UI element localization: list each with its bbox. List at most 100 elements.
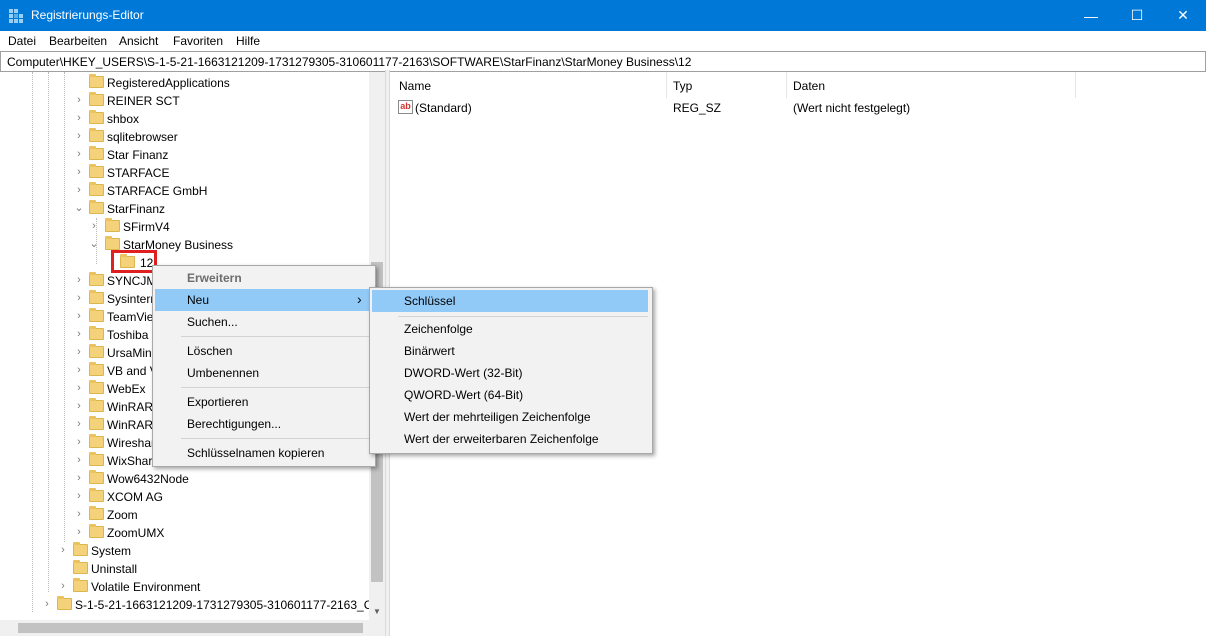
chevron-right-icon[interactable]: ›: [74, 328, 84, 340]
tree-item[interactable]: ⌄ StarFinanz: [0, 200, 370, 218]
tree-item[interactable]: › System: [0, 542, 370, 560]
folder-icon: [89, 380, 104, 394]
submenu-item-mehrteilige-zeichenfolge[interactable]: Wert der mehrteiligen Zeichenfolge: [372, 406, 648, 428]
chevron-down-icon[interactable]: ⌄: [89, 238, 99, 250]
menu-item-erweitern[interactable]: Erweitern: [155, 267, 373, 289]
minimize-button[interactable]: —: [1068, 0, 1114, 31]
tree-item-label: WinRAR: [107, 400, 154, 414]
tree-item-label: VB and V: [107, 364, 158, 378]
tree-item[interactable]: RegisteredApplications: [0, 74, 370, 92]
close-button[interactable]: ✕: [1160, 0, 1206, 31]
chevron-right-icon[interactable]: ›: [74, 166, 84, 178]
title-bar: Registrierungs-Editor — ☐ ✕: [0, 0, 1206, 31]
chevron-right-icon[interactable]: ›: [89, 220, 99, 232]
folder-icon: [89, 92, 104, 106]
submenu-item-dword[interactable]: DWORD-Wert (32-Bit): [372, 362, 648, 384]
tree-item[interactable]: › REINER SCT: [0, 92, 370, 110]
tree-item[interactable]: › SFirmV4: [0, 218, 370, 236]
tree-item[interactable]: › sqlitebrowser: [0, 128, 370, 146]
tree-horizontal-scrollbar[interactable]: [0, 620, 385, 636]
column-header-data[interactable]: Daten: [787, 72, 1075, 98]
chevron-right-icon[interactable]: ›: [42, 598, 52, 610]
chevron-right-icon[interactable]: ›: [74, 490, 84, 502]
menu-item-label: Löschen: [187, 344, 233, 358]
tree-item[interactable]: › Zoom: [0, 506, 370, 524]
chevron-right-icon[interactable]: ›: [74, 382, 84, 394]
submenu-item-binaerwert[interactable]: Binärwert: [372, 340, 648, 362]
column-header-name[interactable]: Name: [390, 72, 666, 98]
tree-item[interactable]: › Star Finanz: [0, 146, 370, 164]
folder-icon: [89, 272, 104, 286]
chevron-right-icon[interactable]: ›: [74, 310, 84, 322]
menu-hilfe[interactable]: Hilfe: [236, 34, 260, 48]
tree-item-label: STARFACE GmbH: [107, 184, 208, 198]
tree-item-label: XCOM AG: [107, 490, 164, 504]
chevron-right-icon[interactable]: ›: [58, 580, 68, 592]
tree-item[interactable]: ⌄ StarMoney Business: [0, 236, 370, 254]
menu-favoriten[interactable]: Favoriten: [173, 34, 223, 48]
chevron-right-icon[interactable]: ›: [74, 184, 84, 196]
tree-item[interactable]: › Wow6432Node: [0, 470, 370, 488]
maximize-button[interactable]: ☐: [1114, 0, 1160, 31]
submenu-item-schluessel[interactable]: Schlüssel: [372, 290, 648, 312]
chevron-right-icon[interactable]: ›: [74, 364, 84, 376]
folder-icon: [89, 110, 104, 124]
tree-item[interactable]: › XCOM AG: [0, 488, 370, 506]
column-header-type[interactable]: Typ: [667, 72, 786, 98]
menu-datei[interactable]: Datei: [8, 34, 36, 48]
tree-item-label: Uninstall: [91, 562, 138, 576]
menu-item-label: Zeichenfolge: [404, 322, 473, 336]
chevron-right-icon[interactable]: ›: [74, 526, 84, 538]
menu-item-berechtigungen[interactable]: Berechtigungen...: [155, 413, 373, 435]
tree-item[interactable]: › S-1-5-21-1663121209-1731279305-3106011…: [0, 596, 385, 614]
tree-item[interactable]: › shbox: [0, 110, 370, 128]
folder-icon: [73, 578, 88, 592]
scroll-down-arrow-icon[interactable]: ▼: [369, 604, 385, 620]
menu-item-exportieren[interactable]: Exportieren: [155, 391, 373, 413]
menu-item-umbenennen[interactable]: Umbenennen: [155, 362, 373, 384]
tree-item[interactable]: › Volatile Environment: [0, 578, 370, 596]
tree-item-label: SFirmV4: [123, 220, 170, 234]
column-divider[interactable]: [1075, 72, 1076, 98]
menu-item-label: Erweitern: [187, 271, 242, 285]
value-data: (Wert nicht festgelegt): [793, 101, 911, 115]
chevron-right-icon[interactable]: ›: [74, 148, 84, 160]
menu-item-suchen[interactable]: Suchen...: [155, 311, 373, 333]
menu-bearbeiten[interactable]: Bearbeiten: [49, 34, 107, 48]
tree-item[interactable]: › ZoomUMX: [0, 524, 370, 542]
tree-item[interactable]: › STARFACE: [0, 164, 370, 182]
folder-icon: [73, 542, 88, 556]
chevron-right-icon[interactable]: ›: [74, 292, 84, 304]
chevron-right-icon[interactable]: ›: [74, 436, 84, 448]
chevron-right-icon[interactable]: ›: [74, 454, 84, 466]
tree-item-label: StarFinanz: [107, 202, 166, 216]
menu-item-neu[interactable]: Neu ›: [155, 289, 373, 311]
tree-item-label: Star Finanz: [107, 148, 169, 162]
folder-icon: [89, 326, 104, 340]
chevron-right-icon[interactable]: [74, 76, 84, 88]
chevron-right-icon[interactable]: ›: [74, 274, 84, 286]
folder-icon: [89, 506, 104, 520]
chevron-right-icon[interactable]: ›: [74, 418, 84, 430]
chevron-right-icon[interactable]: ›: [74, 508, 84, 520]
chevron-right-icon[interactable]: ›: [74, 400, 84, 412]
chevron-right-icon[interactable]: ›: [74, 112, 84, 124]
chevron-right-icon[interactable]: ›: [74, 472, 84, 484]
submenu-item-erweiterbare-zeichenfolge[interactable]: Wert der erweiterbaren Zeichenfolge: [372, 428, 648, 450]
value-name[interactable]: (Standard): [415, 101, 472, 115]
menu-item-schluesselnamen-kopieren[interactable]: Schlüsselnamen kopieren: [155, 442, 373, 464]
chevron-right-icon[interactable]: ›: [74, 130, 84, 142]
address-bar[interactable]: Computer\HKEY_USERS\S-1-5-21-1663121209-…: [0, 51, 1206, 72]
chevron-down-icon[interactable]: ⌄: [74, 202, 84, 214]
chevron-right-icon[interactable]: ›: [74, 346, 84, 358]
menu-ansicht[interactable]: Ansicht: [119, 34, 158, 48]
tree-item[interactable]: › STARFACE GmbH: [0, 182, 370, 200]
scrollbar-thumb[interactable]: [18, 623, 363, 633]
tree-item[interactable]: Uninstall: [0, 560, 370, 578]
chevron-right-icon[interactable]: ›: [58, 544, 68, 556]
submenu-item-zeichenfolge[interactable]: Zeichenfolge: [372, 318, 648, 340]
chevron-right-icon[interactable]: ›: [74, 94, 84, 106]
menu-item-loeschen[interactable]: Löschen: [155, 340, 373, 362]
tree-item-label: System: [91, 544, 132, 558]
submenu-item-qword[interactable]: QWORD-Wert (64-Bit): [372, 384, 648, 406]
